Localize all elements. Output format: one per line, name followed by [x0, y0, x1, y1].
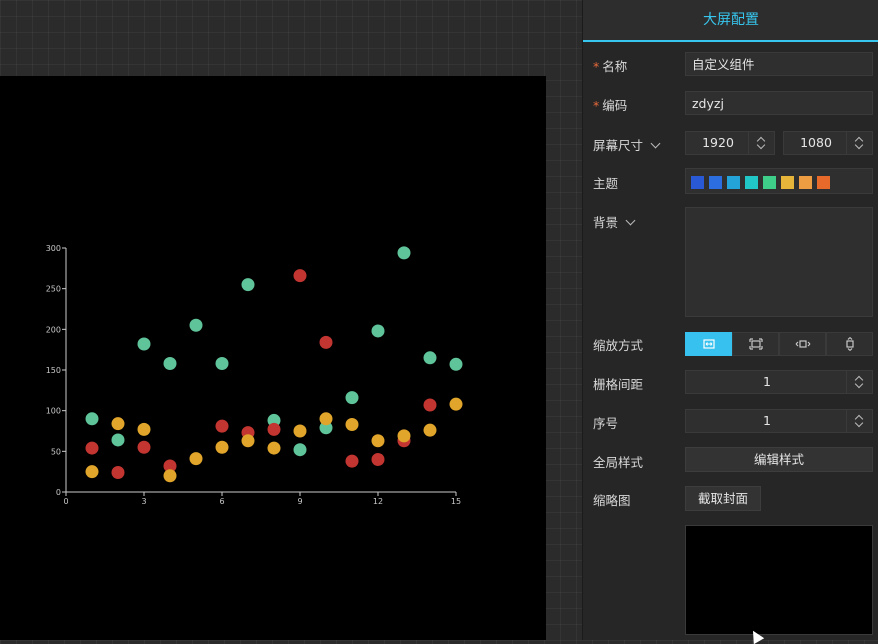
height-spin-buttons[interactable] [846, 132, 872, 154]
y-tick-label: 100 [46, 407, 61, 416]
x-tick-label: 9 [297, 497, 302, 506]
order-stepper[interactable]: 1 [685, 409, 873, 433]
fit-height-icon [845, 337, 854, 351]
scatter-point [293, 269, 307, 283]
scatter-point [85, 441, 99, 455]
y-tick-label: 300 [46, 244, 61, 253]
order-spin-buttons[interactable] [846, 410, 872, 432]
background-picker[interactable] [685, 207, 873, 317]
scatter-point [215, 440, 229, 454]
theme-swatch[interactable] [709, 176, 722, 189]
theme-swatch[interactable] [781, 176, 794, 189]
scatter-point [215, 356, 229, 370]
preview-screen[interactable]: 0 50 100 150 200 250 300 0 3 6 9 12 15 [0, 76, 546, 640]
thumbnail-preview [685, 525, 873, 635]
scatter-point [423, 351, 437, 365]
fit-screen-icon [748, 338, 763, 350]
y-tick-label: 250 [46, 285, 61, 294]
theme-swatch[interactable] [763, 176, 776, 189]
x-tick-label: 0 [63, 497, 68, 506]
edit-style-button[interactable]: 编辑样式 [685, 447, 873, 472]
y-tick-label: 0 [56, 488, 61, 497]
scatter-point [85, 412, 99, 426]
scatter-point [163, 469, 177, 483]
scatter-point [267, 441, 281, 455]
name-input[interactable]: 自定义组件 [685, 52, 873, 76]
scatter-point [111, 433, 125, 447]
width-spin-buttons[interactable] [748, 132, 774, 154]
theme-swatch[interactable] [745, 176, 758, 189]
height-stepper[interactable]: 1080 [783, 131, 873, 155]
scatter-point [189, 452, 203, 466]
theme-label: 主题 [593, 176, 619, 191]
scatter-point [293, 443, 307, 457]
scatter-point [371, 452, 385, 466]
scatter-point [111, 417, 125, 431]
scatter-point [345, 454, 359, 468]
scatter-point [111, 465, 125, 479]
scatter-point [137, 422, 151, 436]
width-stepper[interactable]: 1920 [685, 131, 775, 155]
theme-swatch[interactable] [727, 176, 740, 189]
theme-swatch[interactable] [817, 176, 830, 189]
global-style-label: 全局样式 [593, 455, 644, 470]
chevron-down-icon [625, 215, 636, 226]
grid-spin-buttons[interactable] [846, 371, 872, 393]
editor-canvas[interactable]: 0 50 100 150 200 250 300 0 3 6 9 12 15 [0, 0, 582, 640]
y-tick-label: 150 [46, 366, 61, 375]
fit-width-icon [795, 340, 810, 348]
code-label: * 编码 [593, 98, 628, 113]
config-panel: 大屏配置 * 名称 自定义组件 * 编码 zdyzj 屏幕尺寸 1920 1080 … [582, 0, 878, 640]
thumbnail-label: 缩略图 [593, 493, 631, 508]
scale-mode-button[interactable] [685, 332, 732, 356]
panel-title: 大屏配置 [583, 0, 878, 42]
capture-cover-button[interactable]: 截取封面 [685, 486, 761, 511]
scatter-point [293, 424, 307, 438]
scatter-point [345, 417, 359, 431]
theme-swatch[interactable] [799, 176, 812, 189]
scatter-point [345, 391, 359, 405]
scale-mode-button[interactable] [732, 332, 779, 356]
fit-both-icon [702, 339, 715, 349]
scatter-point [371, 434, 385, 448]
scatter-point [397, 429, 411, 443]
scatter-point [397, 246, 411, 260]
x-tick-label: 15 [451, 497, 461, 506]
scatter-point [371, 324, 385, 338]
scatter-point [189, 318, 203, 332]
background-label[interactable]: 背景 [593, 212, 636, 231]
order-label: 序号 [593, 416, 619, 431]
y-tick-label: 50 [51, 447, 61, 456]
scale-mode-button[interactable] [826, 332, 873, 356]
scatter-point [163, 356, 177, 370]
theme-selector[interactable] [685, 168, 873, 194]
scale-mode-button[interactable] [779, 332, 826, 356]
theme-swatch[interactable] [691, 176, 704, 189]
scatter-point [449, 357, 463, 371]
scatter-point [85, 465, 99, 479]
name-label: * 名称 [593, 59, 628, 74]
scatter-point [319, 412, 333, 426]
scale-label: 缩放方式 [593, 338, 644, 353]
scatter-point [137, 337, 151, 351]
code-input[interactable]: zdyzj [685, 91, 873, 115]
grid-label: 栅格间距 [593, 377, 644, 392]
x-tick-label: 3 [141, 497, 146, 506]
scatter-point [423, 423, 437, 437]
scatter-chart: 0 50 100 150 200 250 300 0 3 6 9 12 15 [46, 244, 463, 506]
scatter-point [423, 398, 437, 412]
scatter-point [241, 434, 255, 448]
y-tick-label: 200 [46, 325, 61, 334]
scatter-point [449, 397, 463, 411]
scatter-point [215, 419, 229, 433]
x-tick-label: 6 [219, 497, 224, 506]
scatter-point [319, 335, 333, 349]
scatter-point [241, 278, 255, 292]
size-label[interactable]: 屏幕尺寸 [593, 135, 661, 154]
grid-stepper[interactable]: 1 [685, 370, 873, 394]
chevron-down-icon [650, 138, 661, 149]
scatter-point [137, 440, 151, 454]
x-tick-label: 12 [373, 497, 383, 506]
scatter-point [267, 422, 281, 436]
